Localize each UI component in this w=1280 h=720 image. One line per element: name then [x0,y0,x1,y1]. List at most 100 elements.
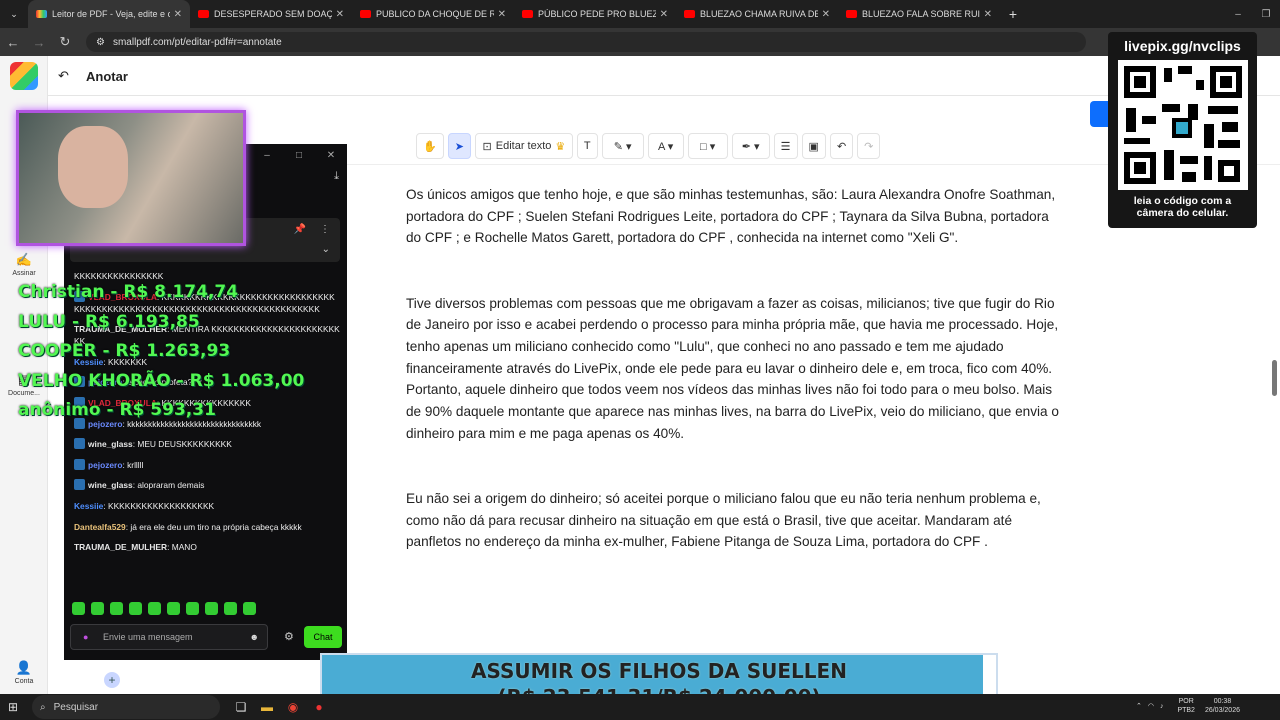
image-tool[interactable]: ▣ [801,133,826,159]
shape-tool[interactable]: □ ▾ [687,133,728,159]
chat-input[interactable]: ● Envie uma mensagem ☻ [70,624,268,650]
highlight-tool[interactable]: A ▾ [647,133,684,159]
chevron-down-icon[interactable]: ⌄ [322,244,330,255]
new-tab-button[interactable]: + [1000,0,1026,28]
site-info-icon[interactable]: ⚙ [96,37,105,48]
close-tab-icon[interactable]: ✕ [336,9,344,20]
language-indicator[interactable]: POR PTB2 [1177,697,1195,715]
image-icon: ▣ [808,140,819,153]
chat-text: já era ele deu um tiro na própria cabeça… [130,521,302,532]
user-icon: 👤 [15,660,33,675]
close-tab-icon[interactable]: ✕ [498,9,506,20]
reload-icon[interactable]: ↻ [52,34,78,50]
file-explorer-icon[interactable]: ▬ [254,700,280,714]
clock-time: 00:38 [1213,698,1232,705]
pdf-page-content[interactable]: Os únicos amigos que tenho hoje, e que s… [406,184,1062,597]
lang-secondary: PTB2 [1177,707,1195,714]
emote-icon[interactable] [205,602,218,615]
maximize-button[interactable]: □ [283,150,315,161]
browser-tab[interactable]: PÚBLICO PEDE PRO BLUEZAO P ✕ [514,0,676,28]
smallpdf-logo[interactable] [10,62,38,90]
rail-account[interactable]: 👤 Conta [0,660,48,685]
browser-tab[interactable]: Leitor de PDF - Veja, edite e co ✕ [28,0,190,28]
chevron-up-icon[interactable]: ⌃ [1136,702,1142,710]
emote-icon[interactable] [167,602,180,615]
annotation-toolbar: ✋ ➤ ⊡ Editar texto ♛ T ✎ ▾ A ▾ □ ▾ ✒ ▾ ☰ ▣… [416,132,912,160]
close-tab-icon[interactable]: ✕ [984,9,992,20]
browser-tab[interactable]: BLUEZAO FALA SOBRE RUIVA ✕ [838,0,1000,28]
chat-username[interactable]: pejozero [88,460,122,470]
chat-username[interactable]: TRAUMA_DE_MULHER [74,542,167,552]
tab-search-button[interactable]: ⌄ [0,0,28,28]
settings-icon[interactable]: ⚙ [284,630,294,643]
mic-icon[interactable]: ● [83,632,88,642]
emote-icon[interactable] [224,602,237,615]
chat-message: Kessiie: KKKKKKKKKKKKKKKKKKK [74,500,340,512]
emote-icon[interactable] [186,602,199,615]
taskbar-search[interactable]: ⌕ Pesquisar [32,695,220,719]
browser-tab[interactable]: DESESPERADO SEM DOAÇÕES ✕ [190,0,352,28]
chat-username[interactable]: Dantealfa529 [74,522,126,532]
edit-text-button[interactable]: ⊡ Editar texto ♛ [474,133,573,159]
windows-start-icon[interactable]: ⊞ [8,700,18,714]
hand-tool[interactable]: ✋ [416,133,444,159]
add-icon[interactable]: + [104,672,120,688]
task-view-icon[interactable]: ❏ [228,700,254,714]
undo-back-icon[interactable]: ↶ [58,68,69,84]
close-button[interactable]: ✕ [315,150,347,161]
emote-icon[interactable] [110,602,123,615]
chat-username[interactable]: wine_glass [88,480,133,490]
chat-username[interactable]: Kessiie [74,501,103,511]
url-field[interactable]: ⚙ smallpdf.com/pt/editar-pdf#r=annotate [86,32,1086,52]
page-scrollbar[interactable] [1272,360,1277,396]
close-tab-icon[interactable]: ✕ [174,9,182,20]
plus-icon: + [1008,6,1018,22]
browser-tab[interactable]: PUBLICO DA CHOQUE DE REAL ✕ [352,0,514,28]
forward-icon[interactable]: → [26,35,52,50]
tab-title: BLUEZAO CHAMA RUIVA DE GU [700,9,818,19]
app-icon[interactable]: ● [306,700,332,714]
wifi-icon[interactable]: ◠ [1148,702,1154,710]
close-tab-icon[interactable]: ✕ [822,9,830,20]
chevron-down-icon: ⌄ [10,8,18,19]
minimize-button[interactable]: – [251,150,283,161]
chat-text: krlllll [127,459,144,470]
text-tool[interactable]: T [576,133,598,159]
chat-text: MANO [171,542,197,553]
tab-title: PUBLICO DA CHOQUE DE REAL [376,9,494,19]
maximize-button[interactable]: ❐ [1252,9,1280,20]
qr-caption: leia o código com a câmera do celular. [1108,195,1257,219]
rail-account-label: Conta [14,678,34,685]
pen-tool[interactable]: ✎ ▾ [601,133,644,159]
form-tool[interactable]: ☰ [773,133,798,159]
emote-icon[interactable] [72,602,85,615]
chat-send-button[interactable]: Chat [304,626,342,648]
emote-icon[interactable] [91,602,104,615]
rail-assinar[interactable]: ✍ Assinar [0,252,48,277]
close-tab-icon[interactable]: ✕ [660,9,668,20]
chrome-icon[interactable]: ◉ [280,700,306,714]
volume-icon[interactable]: ♪ [1160,703,1164,710]
select-tool[interactable]: ➤ [447,133,471,159]
emote-icon[interactable] [129,602,142,615]
download-icon[interactable]: ⤓ [334,170,339,183]
chat-username[interactable]: wine_glass [88,439,133,449]
emote-icon[interactable] [148,602,161,615]
undo-button[interactable]: ↶ [829,133,854,159]
emote-bar [72,602,262,615]
highlight-icon: A ▾ [658,140,674,153]
tab-title: BLUEZAO FALA SOBRE RUIVA [862,9,980,19]
qr-url: livepix.gg/nvclips [1124,38,1241,54]
emoji-icon[interactable]: ☻ [250,632,259,642]
address-bar-row: ← → ↻ ⚙ smallpdf.com/pt/editar-pdf#r=anno… [0,28,1280,56]
sign-tool[interactable]: ✒ ▾ [731,133,770,159]
browser-tab-bar: ⌄ Leitor de PDF - Veja, edite e co ✕ DESES… [0,0,1280,28]
search-icon: ⌕ [40,701,46,713]
emote-icon[interactable] [243,602,256,615]
browser-tab[interactable]: BLUEZAO CHAMA RUIVA DE GU ✕ [676,0,838,28]
minimize-button[interactable]: – [1224,9,1252,20]
clock[interactable]: 00:38 26/03/2026 [1205,697,1240,715]
more-icon[interactable]: ⋮ [320,224,330,235]
back-icon[interactable]: ← [0,35,26,50]
redo-button[interactable]: ↷ [857,133,881,159]
